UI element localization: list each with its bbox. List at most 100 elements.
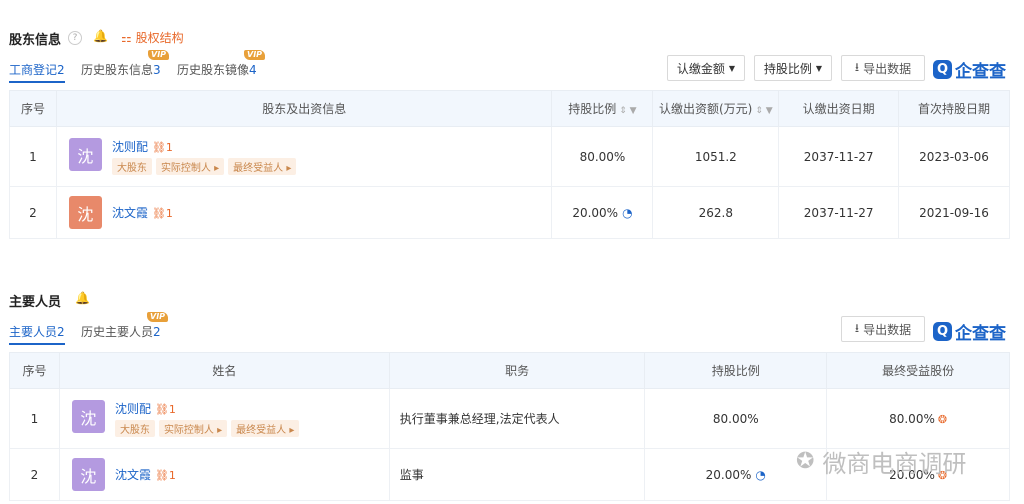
- tab-count: 4: [249, 63, 257, 77]
- relation-count: 1: [168, 469, 176, 482]
- person-name-link[interactable]: 沈文霞: [115, 468, 151, 482]
- qichacha-logo: Q 企查查: [933, 57, 1006, 82]
- avatar[interactable]: 沈: [71, 458, 105, 491]
- tab-label: 历史主要人员: [81, 325, 154, 339]
- benefit-value: 80.00%: [889, 411, 935, 426]
- bell-icon[interactable]: 🔔: [75, 291, 90, 305]
- person-name-link[interactable]: 沈则配: [115, 402, 151, 416]
- amount-cell: 262.8: [652, 186, 780, 239]
- tag-actual-controller[interactable]: 实际控制人 ▸: [155, 158, 225, 175]
- tab-count: 2: [57, 63, 65, 77]
- tag-actual-controller[interactable]: 实际控制人 ▸: [158, 420, 228, 437]
- col-subscribe-date: 认缴出资日期: [778, 90, 900, 127]
- logo-mark-icon: Q: [933, 322, 952, 341]
- tab-count: 3: [153, 63, 161, 77]
- equity-structure-link[interactable]: ⚏ 股权结构: [121, 29, 184, 46]
- export-button[interactable]: ⭳ 导出数据: [841, 55, 925, 81]
- filter-label: 认缴金额: [676, 61, 725, 76]
- tab-business-registration[interactable]: 工商登记2: [9, 61, 65, 83]
- row-index: 2: [9, 186, 57, 239]
- pie-chart-icon[interactable]: ◔: [755, 468, 765, 482]
- subscribe-date-cell: 2037-11-27: [778, 126, 900, 187]
- logo-text: 企查查: [955, 324, 1006, 344]
- equity-structure-label: 股权结构: [135, 31, 184, 45]
- tab-count: 2: [57, 325, 65, 339]
- relation-count: 1: [165, 141, 173, 154]
- tag-major-shareholder: 大股东: [114, 420, 155, 437]
- vip-badge: VIP: [244, 50, 266, 60]
- subscribe-date-cell: 2037-11-27: [778, 186, 900, 239]
- caret-down-icon: ▼: [728, 63, 736, 73]
- bell-icon[interactable]: 🔔: [93, 29, 108, 43]
- ratio-cell: 20.00% ◔: [551, 186, 654, 239]
- role-cell: 监事: [388, 448, 646, 501]
- vip-badge: VIP: [148, 50, 170, 60]
- avatar[interactable]: 沈: [71, 400, 105, 433]
- download-icon: ⭳: [854, 320, 860, 335]
- sort-filter-icon[interactable]: ⇕ ▼: [755, 106, 772, 116]
- relation-icon[interactable]: ⛓1: [155, 403, 176, 416]
- first-date-cell: 2023-03-06: [898, 126, 1010, 187]
- watermark-text: 微商电商调研: [822, 450, 967, 478]
- col-label: 持股比例: [568, 102, 617, 116]
- tab-main-personnel[interactable]: 主要人员2: [9, 323, 65, 345]
- amount-cell: 1051.2: [652, 126, 780, 187]
- person-cell: 沈 沈文霞 ⛓1: [58, 448, 390, 501]
- shareholders-table: 序号 股东及出资信息 持股比例 ⇕ ▼ 认缴出资额(万元) ⇕ ▼ 认缴出资日期 首…: [9, 90, 1010, 239]
- col-index: 序号: [9, 90, 57, 127]
- table-row: 1 沈 沈则配 ⛓1 大股东 实际控制人 ▸ 最终受益人 ▸ 执行董事兼总经理,法…: [9, 388, 1010, 449]
- tab-label: 主要人员: [9, 325, 58, 339]
- tab-label: 历史股东镜像: [177, 63, 250, 77]
- row-index: 1: [9, 126, 57, 187]
- shareholders-title: 股东信息: [9, 33, 62, 48]
- table-row: 1 沈 沈则配 ⛓1 大股东 实际控制人 ▸ 最终受益人 ▸ 80.00% 105…: [9, 126, 1010, 187]
- tab-history-mirror[interactable]: 历史股东镜像4: [177, 61, 257, 78]
- tab-history-personnel[interactable]: 历史主要人员2: [81, 323, 161, 340]
- ratio-value: 20.00%: [572, 205, 619, 220]
- download-icon: ⭳: [854, 59, 860, 74]
- logo-text: 企查查: [955, 62, 1006, 82]
- col-label: 认缴出资额(万元): [658, 102, 753, 116]
- subscribed-amount-filter[interactable]: 认缴金额 ▼: [667, 55, 745, 81]
- filter-label: 持股比例: [763, 61, 812, 76]
- structure-icon: ⚏: [121, 31, 132, 45]
- tab-label: 工商登记: [9, 63, 58, 77]
- tag-beneficiary[interactable]: 最终受益人 ▸: [228, 158, 297, 175]
- relation-icon[interactable]: ⛓1: [155, 469, 176, 482]
- table-row: 2 沈 沈文霞 ⛓1 20.00% ◔ 262.8 2037-11-27 2021-…: [9, 186, 1010, 239]
- tab-count: 2: [153, 325, 161, 339]
- tab-label: 历史股东信息: [81, 63, 154, 77]
- export-label: 导出数据: [863, 61, 912, 76]
- person-name-link[interactable]: 沈则配: [112, 140, 148, 154]
- sort-filter-icon[interactable]: ⇕ ▼: [619, 106, 636, 116]
- watermark: ✪ 微商电商调研: [796, 444, 966, 479]
- col-index: 序号: [9, 352, 60, 389]
- col-shareholder: 股东及出资信息: [55, 90, 553, 127]
- relation-count: 1: [165, 207, 173, 220]
- col-benefit: 最终受益股份: [826, 352, 1010, 389]
- person-cell: 沈 沈则配 ⛓1 大股东 实际控制人 ▸ 最终受益人 ▸: [58, 388, 390, 449]
- relation-icon[interactable]: ⛓1: [152, 141, 173, 154]
- person-name-link[interactable]: 沈文霞: [112, 206, 148, 220]
- row-index: 1: [9, 388, 60, 449]
- col-first-date: 首次持股日期: [898, 90, 1010, 127]
- ratio-cell: 80.00%: [551, 126, 654, 187]
- ratio-filter[interactable]: 持股比例 ▼: [754, 55, 832, 81]
- logo-mark-icon: Q: [933, 60, 952, 79]
- help-icon[interactable]: ?: [68, 31, 82, 45]
- caret-down-icon: ▼: [815, 63, 823, 73]
- vip-badge: VIP: [147, 312, 169, 322]
- shareholder-cell: 沈 沈文霞 ⛓1: [55, 186, 553, 239]
- relation-icon[interactable]: ⛓1: [152, 207, 173, 220]
- pie-chart-icon[interactable]: ◔: [622, 206, 632, 220]
- col-ratio[interactable]: 持股比例 ⇕ ▼: [551, 90, 654, 127]
- avatar[interactable]: 沈: [68, 138, 102, 171]
- qichacha-logo: Q 企查查: [933, 319, 1006, 344]
- tab-history-shareholders[interactable]: 历史股东信息3: [81, 61, 161, 78]
- ratio-cell: 80.00%: [644, 388, 828, 449]
- tag-beneficiary[interactable]: 最终受益人 ▸: [231, 420, 300, 437]
- avatar[interactable]: 沈: [68, 196, 102, 229]
- export-button[interactable]: ⭳ 导出数据: [841, 316, 925, 342]
- share-path-icon[interactable]: ❂: [938, 413, 947, 426]
- col-amount[interactable]: 认缴出资额(万元) ⇕ ▼: [652, 90, 780, 127]
